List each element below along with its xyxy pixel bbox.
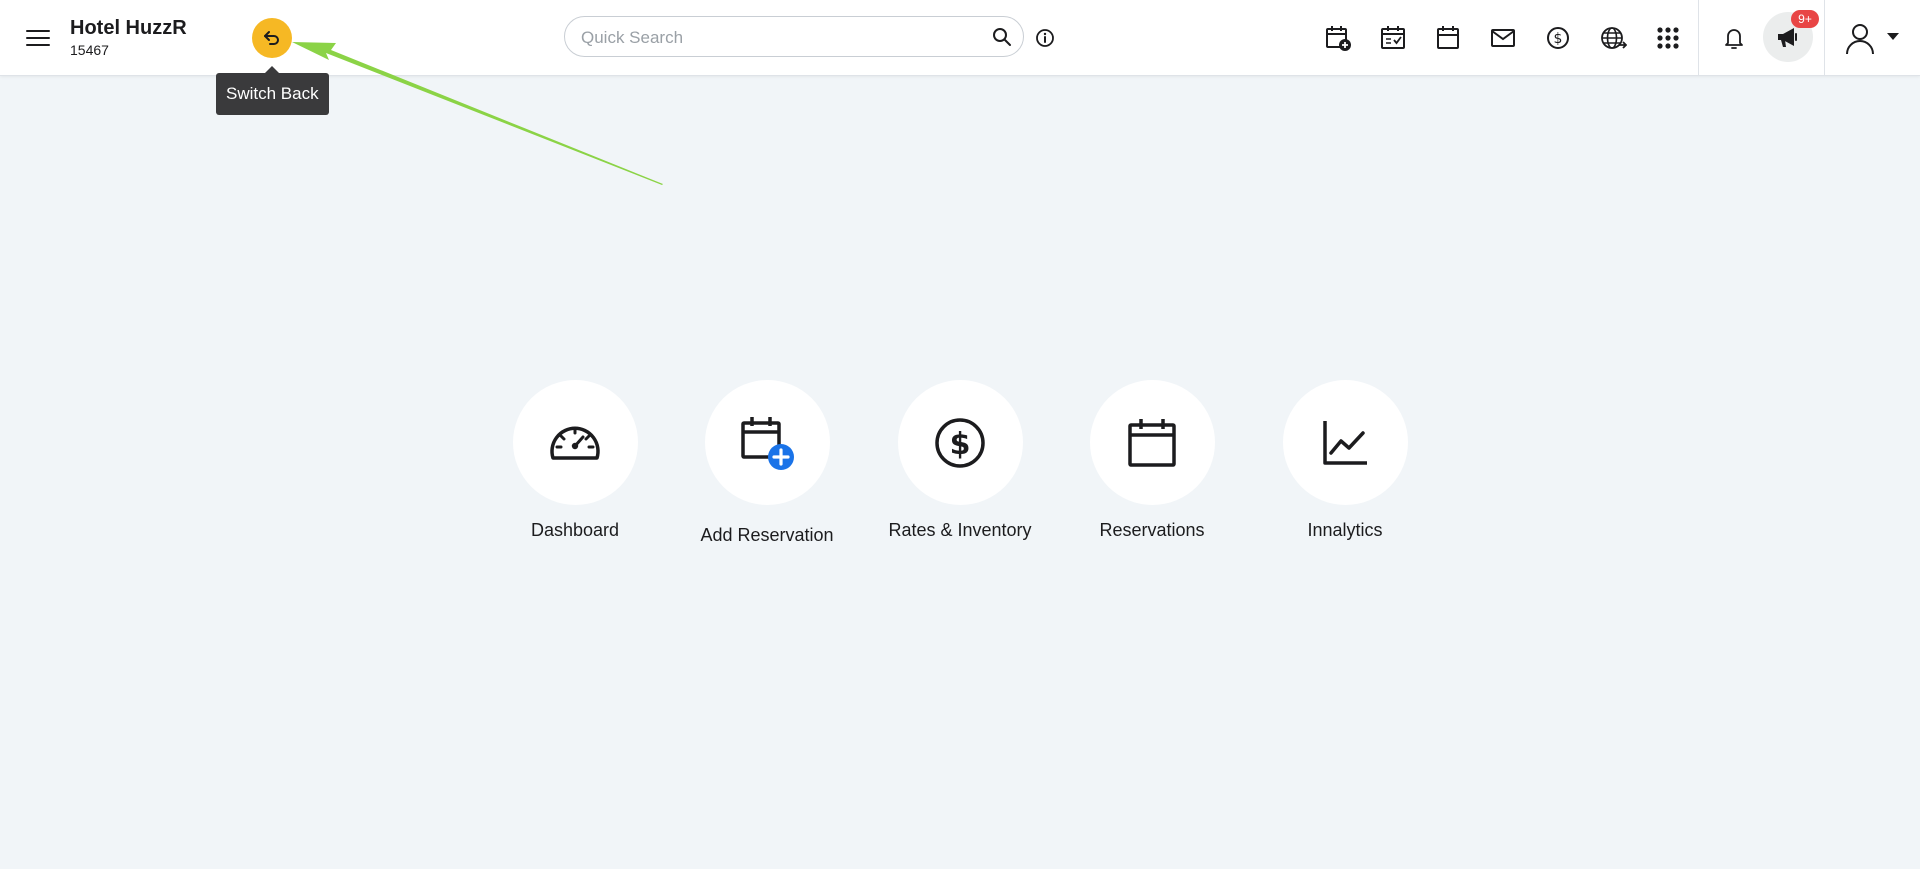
- shortcut-label: Reservations: [1099, 520, 1205, 540]
- quick-search: [564, 16, 1024, 58]
- switch-back-button[interactable]: [252, 18, 292, 58]
- calendar-check-icon[interactable]: [1379, 24, 1407, 52]
- shortcut-add-reservation[interactable]: Add Reservation: [682, 380, 852, 546]
- switch-back-tooltip: Switch Back: [216, 66, 329, 115]
- top-bar: Hotel HuzzR 15467 Quick Search $ 9+: [0, 0, 1920, 76]
- mail-icon[interactable]: [1489, 24, 1517, 52]
- apps-grid-icon[interactable]: [1654, 24, 1682, 52]
- shortcut-label: Dashboard: [530, 520, 620, 540]
- shortcut-circle: $: [897, 380, 1023, 505]
- line-chart-icon: [1323, 420, 1367, 465]
- globe-icon[interactable]: [1599, 24, 1627, 52]
- caret-down-icon: [1887, 33, 1899, 40]
- shortcut-innalytics[interactable]: Innalytics: [1260, 380, 1430, 541]
- bell-icon[interactable]: [1720, 24, 1748, 52]
- calendar-icon[interactable]: [1434, 24, 1462, 52]
- calendar-add-icon[interactable]: [1324, 24, 1352, 52]
- calendar-icon: [1128, 418, 1176, 467]
- svg-text:$: $: [1554, 31, 1563, 47]
- dollar-icon[interactable]: $: [1544, 24, 1572, 52]
- svg-text:$: $: [950, 427, 971, 462]
- shortcut-label: Rates & Inventory: [888, 520, 1032, 540]
- shortcut-label: Add Reservation: [700, 525, 834, 545]
- notification-badge: 9+: [1791, 10, 1819, 28]
- gauge-icon: [550, 426, 600, 460]
- shortcut-circle: [512, 380, 638, 505]
- hotel-id: 15467: [70, 42, 109, 58]
- shortcut-reservations[interactable]: Reservations: [1067, 380, 1237, 541]
- undo-arrow-icon: [264, 31, 279, 45]
- shortcut-dashboard[interactable]: Dashboard: [490, 380, 660, 541]
- user-menu[interactable]: [1842, 20, 1904, 56]
- toolbar-divider: [1698, 0, 1699, 75]
- shortcut-circle: [1282, 380, 1408, 505]
- shortcut-label: Innalytics: [1307, 520, 1383, 540]
- calendar-plus-icon: [741, 416, 794, 470]
- toolbar-divider: [1824, 0, 1825, 75]
- info-icon[interactable]: [1034, 27, 1056, 49]
- hamburger-menu-icon[interactable]: [24, 24, 52, 52]
- user-icon: [1846, 24, 1874, 55]
- search-input[interactable]: [579, 17, 973, 58]
- dollar-circle-icon: $: [935, 417, 985, 468]
- hotel-name: Hotel HuzzR: [70, 17, 187, 39]
- search-icon[interactable]: [991, 26, 1013, 48]
- shortcut-circle: [1089, 380, 1215, 505]
- shortcut-rates-inventory[interactable]: $ Rates & Inventory: [875, 380, 1045, 541]
- shortcut-circle: [704, 380, 830, 505]
